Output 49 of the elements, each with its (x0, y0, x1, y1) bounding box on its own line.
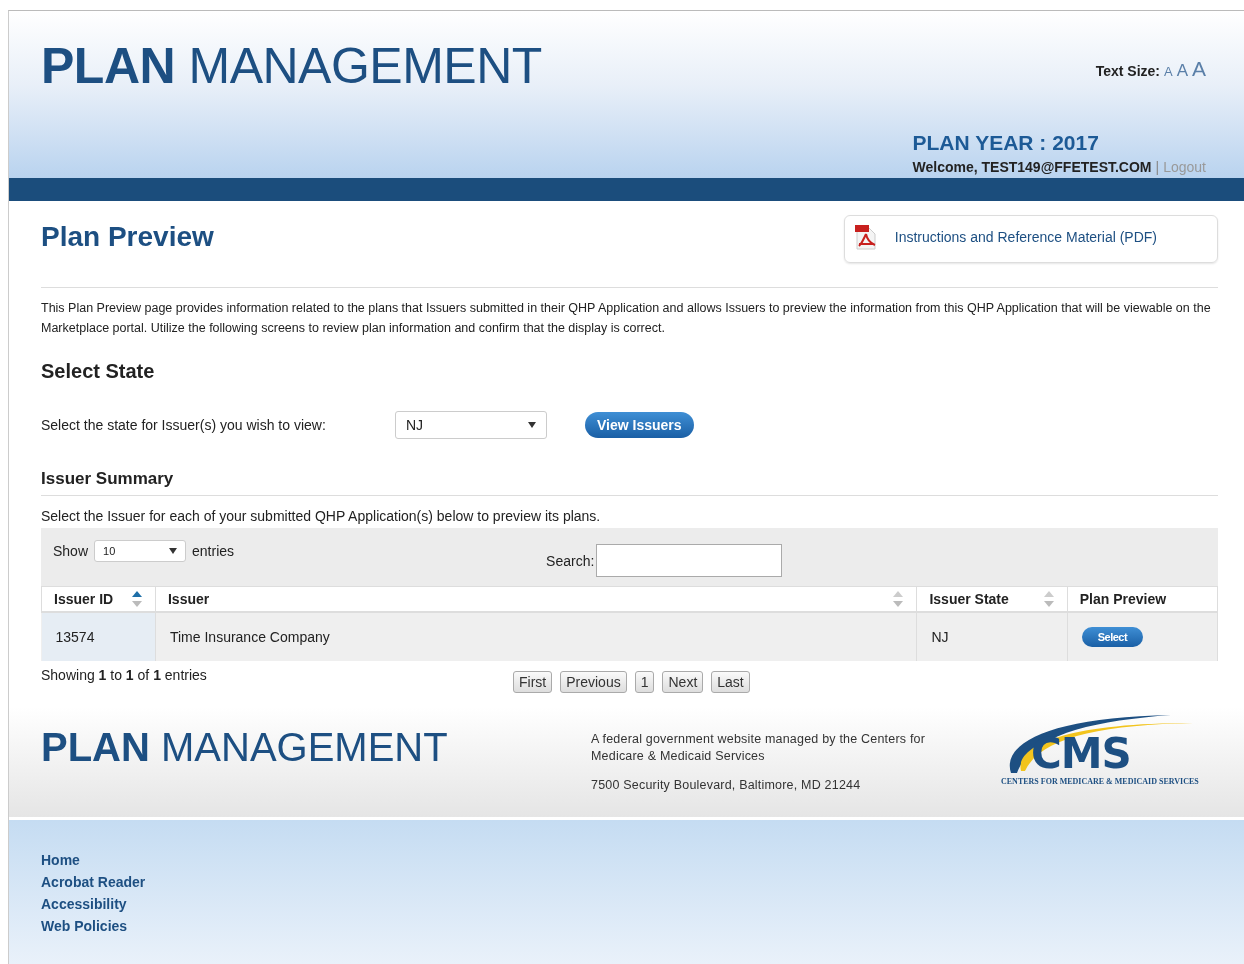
instructions-text: Select the Issuer for each of your submitted QHP Application(s) below to preview its plans. (41, 508, 602, 524)
table-cell: Time Insurance Company (155, 612, 917, 661)
text-size-option[interactable]: A (1176, 61, 1188, 81)
table-cell: 13574 (41, 612, 156, 661)
search-field[interactable] (596, 544, 783, 577)
view-issuers-button[interactable]: View Issuers (585, 412, 694, 438)
plan-year: PLAN YEAR : 2017 (912, 131, 1099, 155)
entries-label: entries (192, 543, 235, 559)
column-header[interactable]: Plan Preview (1067, 586, 1218, 612)
footer-logo: PLAN MANAGEMENT (41, 725, 449, 770)
cms-logo: CMS (1031, 729, 1131, 778)
column-header[interactable]: Issuer ID (41, 586, 156, 612)
pagination-button[interactable]: Next (662, 671, 704, 693)
section-heading: Issuer Summary (41, 469, 1218, 496)
table-cell: NJ (916, 612, 1068, 661)
footer-description: A federal government website managed by the Centers for Medicare & Medicaid Services (591, 731, 927, 765)
page-size-dropdown[interactable]: 10 (94, 540, 187, 562)
sort-icon[interactable] (130, 589, 143, 609)
entries-info: Showing 1 to 1 of 1 entries (41, 667, 208, 683)
footer-address: 7500 Security Boulevard, Baltimore, MD 21244 (591, 777, 862, 794)
separator: | (1155, 159, 1160, 175)
pagination-button[interactable]: 1 (634, 671, 655, 693)
column-header[interactable]: Issuer State (916, 586, 1068, 612)
state-label: Select the state for Issuer(s) you wish to view: (41, 417, 327, 433)
pagination-button[interactable]: Previous (560, 671, 627, 693)
pdf-link[interactable]: Instructions and Reference Material (PDF) (843, 215, 1218, 263)
caret-icon (528, 422, 536, 428)
site-logo: PLAN MANAGEMENT (41, 37, 542, 96)
pagination-button[interactable]: Last (711, 671, 750, 693)
state-dropdown[interactable]: NJ (395, 411, 547, 439)
welcome-text: Welcome, TEST149@FFETEST.COM (912, 159, 1152, 175)
pagination-button[interactable]: First (513, 671, 553, 693)
footer-link[interactable]: Acrobat Reader (41, 874, 1212, 890)
text-size-option[interactable]: A (1163, 64, 1173, 79)
footer-link[interactable]: Accessibility (41, 896, 1212, 912)
search-label: Search: (546, 552, 595, 569)
page-title: Plan Preview (41, 221, 214, 253)
select-button[interactable]: Select (1081, 627, 1144, 647)
footer-link[interactable]: Home (41, 852, 1212, 868)
pdf-icon (854, 224, 877, 250)
intro-text: This Plan Preview page provides information related to the plans that Issuers submitted in their QHP Application and allows Issuers to preview the information from this QHP Application that will be viewable on the Marketplace portal. Utilize the following screens to review plan information and confirm that the display is correct. (41, 300, 1212, 337)
column-header[interactable]: Issuer (155, 586, 917, 612)
caret-icon (169, 548, 178, 554)
cms-subtitle: CENTERS FOR MEDICARE & MEDICAID SERVICES (1001, 777, 1199, 786)
section-heading: Select State (41, 360, 156, 383)
footer-link[interactable]: Web Policies (41, 918, 1212, 934)
show-label: Show (53, 543, 89, 559)
text-size-label: Text Size: (1095, 63, 1160, 79)
text-size-option[interactable]: A (1192, 57, 1206, 81)
